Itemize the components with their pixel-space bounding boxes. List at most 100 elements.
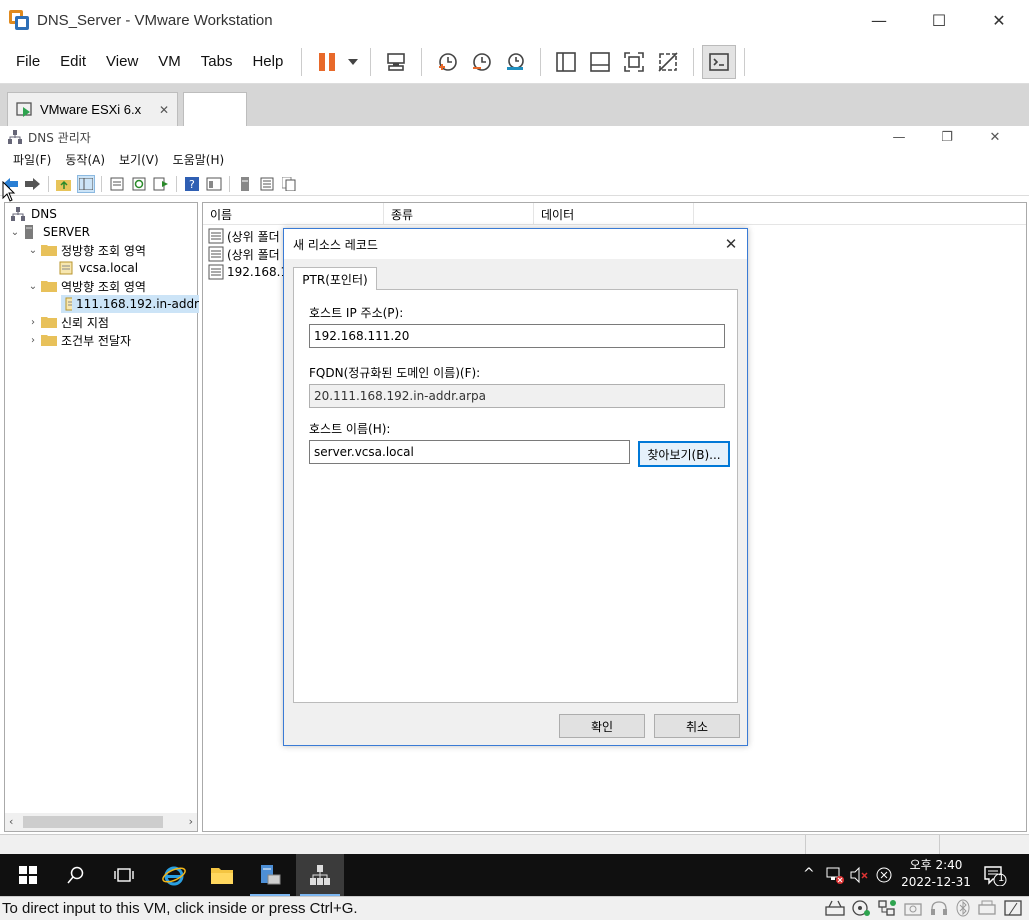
fqdn-field: 20.111.168.192.in-addr.arpa <box>309 384 725 408</box>
tree-item-vcsa-local[interactable]: vcsa.local <box>57 259 138 277</box>
expand-icon[interactable]: › <box>27 335 39 346</box>
menu-edit[interactable]: Edit <box>50 53 96 70</box>
folder-icon <box>41 245 57 256</box>
up-folder-icon[interactable] <box>55 175 73 193</box>
record-list-icon[interactable] <box>258 175 276 193</box>
sound-card-icon[interactable] <box>929 899 949 917</box>
column-type[interactable]: 종류 <box>384 203 534 225</box>
list-header: 이름 종류 데이터 <box>203 203 1026 225</box>
tab-label: VMware ESXi 6.x <box>40 102 142 117</box>
browse-button[interactable]: 찾아보기(B)... <box>638 441 730 467</box>
dns-menu-view[interactable]: 보기(V) <box>112 151 166 168</box>
close-button[interactable]: ✕ <box>969 0 1029 40</box>
tab-vmware-esxi[interactable]: VMware ESXi 6.x ✕ <box>7 92 178 126</box>
dns-menu-action[interactable]: 동작(A) <box>58 151 112 168</box>
unity-icon[interactable] <box>651 45 685 79</box>
error-status-icon[interactable] <box>875 866 893 884</box>
minimize-button[interactable]: — <box>849 0 909 40</box>
list-item[interactable]: 192.168.1 <box>208 263 288 281</box>
host-ip-field[interactable]: 192.168.111.20 <box>309 324 725 348</box>
maximize-button[interactable]: ☐ <box>909 0 969 40</box>
ok-button[interactable]: 확인 <box>559 714 645 738</box>
task-view-button[interactable] <box>100 854 148 896</box>
hard-disk-icon[interactable] <box>825 899 845 917</box>
refresh-icon[interactable] <box>130 175 148 193</box>
menu-help[interactable]: Help <box>242 53 293 70</box>
snapshot-manager-icon[interactable] <box>498 45 532 79</box>
printer-icon[interactable] <box>977 899 997 917</box>
show-hide-tree-icon[interactable] <box>77 174 95 193</box>
vmware-logo-icon <box>9 10 29 30</box>
clock[interactable]: 오후 2:40 2022-12-31 <box>896 857 976 891</box>
forward-icon[interactable] <box>24 175 42 193</box>
tree-item-server[interactable]: ⌄ SERVER <box>9 223 90 241</box>
dns-minimize-button[interactable]: — <box>875 126 923 148</box>
network-icon[interactable] <box>825 866 845 884</box>
show-thumbnail-bar-icon[interactable] <box>583 45 617 79</box>
tree-item-reverse-zones[interactable]: ⌄ 역방향 조회 영역 <box>27 277 146 295</box>
dns-icon <box>310 865 330 885</box>
list-item[interactable]: (상위 폴더 <box>208 227 280 245</box>
show-library-icon[interactable] <box>549 45 583 79</box>
cd-rom-icon[interactable] <box>851 899 871 917</box>
tree-horizontal-scrollbar[interactable]: ‹ › <box>5 813 197 831</box>
full-screen-icon[interactable] <box>617 45 651 79</box>
dns-status-bar <box>0 834 1029 855</box>
pause-icon[interactable] <box>310 45 344 79</box>
tree-item-forward-zones[interactable]: ⌄ 정방향 조회 영역 <box>27 241 146 259</box>
scroll-right-icon[interactable]: › <box>189 815 193 828</box>
menu-view[interactable]: View <box>96 53 148 70</box>
taskbar-server-manager[interactable] <box>246 854 294 896</box>
list-item[interactable]: (상위 폴더 <box>208 245 280 263</box>
export-list-icon[interactable] <box>152 175 170 193</box>
network-adapter-icon[interactable] <box>877 899 897 917</box>
expand-icon[interactable]: › <box>27 317 39 328</box>
tab-ptr[interactable]: PTR(포인터) <box>293 267 377 290</box>
svg-text:?: ? <box>189 178 195 191</box>
send-ctrl-alt-del-icon[interactable] <box>379 45 413 79</box>
bluetooth-icon[interactable] <box>955 899 971 917</box>
dns-menu-help[interactable]: 도움말(H) <box>166 151 232 168</box>
collapse-icon[interactable]: ⌄ <box>27 245 39 256</box>
menu-vm[interactable]: VM <box>148 53 191 70</box>
power-dropdown-icon[interactable] <box>344 45 362 79</box>
collapse-icon[interactable]: ⌄ <box>27 281 39 292</box>
copy-records-icon[interactable] <box>280 175 298 193</box>
search-button[interactable] <box>52 854 100 896</box>
cancel-button[interactable]: 취소 <box>654 714 740 738</box>
tab-blank[interactable] <box>183 92 247 126</box>
dns-close-button[interactable]: ✕ <box>971 126 1019 148</box>
taskbar-internet-explorer[interactable] <box>150 854 198 896</box>
view-icon[interactable] <box>205 175 223 193</box>
start-button[interactable] <box>4 854 52 896</box>
show-hidden-icons-icon[interactable]: ^ <box>803 866 815 882</box>
column-name[interactable]: 이름 <box>203 203 384 225</box>
tree-item-reverse-zone-111[interactable]: 111.168.192.in-addr <box>61 295 199 313</box>
dns-restore-button[interactable]: ❐ <box>923 126 971 148</box>
server-icon[interactable] <box>236 175 254 193</box>
dialog-close-icon[interactable]: ✕ <box>715 229 747 259</box>
menu-tabs[interactable]: Tabs <box>191 53 243 70</box>
host-name-field[interactable]: server.vcsa.local <box>309 440 630 464</box>
menu-file[interactable]: File <box>6 53 50 70</box>
column-data[interactable]: 데이터 <box>534 203 694 225</box>
message-log-icon[interactable] <box>1003 899 1023 917</box>
taskbar-file-explorer[interactable] <box>198 854 246 896</box>
snapshot-icon[interactable] <box>430 45 464 79</box>
volume-muted-icon[interactable] <box>849 866 869 884</box>
tree-item-conditional-forwarders[interactable]: › 조건부 전달자 <box>27 331 131 349</box>
scroll-thumb[interactable] <box>23 816 163 828</box>
taskbar-dns-manager[interactable] <box>296 854 344 896</box>
revert-snapshot-icon[interactable] <box>464 45 498 79</box>
camera-icon[interactable] <box>903 899 923 917</box>
collapse-icon[interactable]: ⌄ <box>9 227 21 238</box>
help-icon[interactable]: ? <box>183 175 201 193</box>
tree-item-trust-points[interactable]: › 신뢰 지점 <box>27 313 109 331</box>
tab-close-icon[interactable]: ✕ <box>159 103 169 117</box>
scroll-left-icon[interactable]: ‹ <box>9 815 13 828</box>
properties-icon[interactable] <box>108 175 126 193</box>
dns-menu-file[interactable]: 파일(F) <box>6 151 58 168</box>
tree-item-dns[interactable]: DNS <box>9 205 57 223</box>
dns-menubar: 파일(F) 동작(A) 보기(V) 도움말(H) <box>0 148 1029 170</box>
console-view-icon[interactable] <box>702 44 737 79</box>
